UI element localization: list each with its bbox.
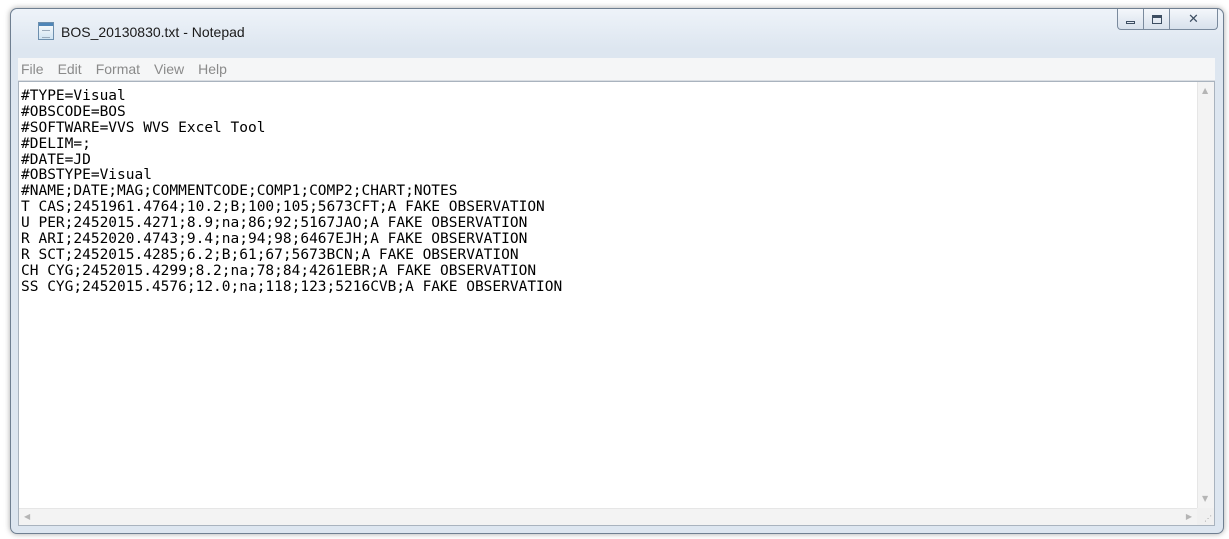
notepad-window: BOS_20130830.txt - Notepad ✕ File Edit F…: [10, 8, 1224, 534]
text-line: #DELIM=;: [21, 135, 91, 152]
text-line: T CAS;2451961.4764;10.2;B;100;105;5673CF…: [21, 199, 545, 216]
scroll-down-icon[interactable]: ▼: [1202, 495, 1208, 503]
menu-edit[interactable]: Edit: [51, 58, 89, 80]
menu-file[interactable]: File: [18, 58, 51, 80]
maximize-button[interactable]: [1144, 9, 1170, 30]
menu-view[interactable]: View: [147, 58, 191, 80]
scroll-left-icon[interactable]: ◀: [24, 513, 30, 521]
maximize-icon: [1151, 14, 1162, 24]
text-line: #OBSCODE=BOS: [21, 103, 126, 120]
text-line: R ARI;2452020.4743;9.4;na;94;98;6467EJH;…: [21, 231, 528, 248]
text-line: #OBSTYPE=Visual: [21, 167, 152, 184]
notepad-icon[interactable]: [38, 22, 54, 40]
resize-grip[interactable]: ⋰: [1197, 508, 1214, 525]
text-line: #NAME;DATE;MAG;COMMENTCODE;COMP1;COMP2;C…: [21, 183, 458, 200]
horizontal-scrollbar[interactable]: ◀ ▶: [19, 508, 1197, 525]
title-bar[interactable]: BOS_20130830.txt - Notepad ✕: [11, 9, 1223, 49]
window-title: BOS_20130830.txt - Notepad: [61, 24, 245, 40]
scroll-right-icon[interactable]: ▶: [1186, 513, 1192, 521]
menu-bar: File Edit Format View Help: [18, 58, 1215, 81]
close-button[interactable]: ✕: [1170, 9, 1218, 30]
text-line: U PER;2452015.4271;8.9;na;86;92;5167JAO;…: [21, 215, 528, 232]
text-line: SS CYG;2452015.4576;12.0;na;118;123;5216…: [21, 278, 563, 295]
caption-buttons: ✕: [1117, 9, 1218, 31]
resize-grip-icon: ⋰: [1204, 514, 1212, 523]
minimize-icon: [1126, 20, 1135, 24]
text-line: #TYPE=Visual: [21, 88, 126, 104]
menu-format[interactable]: Format: [89, 58, 147, 80]
text-line: #DATE=JD: [21, 151, 91, 168]
scroll-up-icon[interactable]: ▲: [1202, 87, 1208, 95]
minimize-button[interactable]: [1117, 9, 1144, 30]
menu-help[interactable]: Help: [191, 58, 234, 80]
text-editor[interactable]: #TYPE=Visual #OBSCODE=BOS #SOFTWARE=VVS …: [18, 81, 1215, 526]
text-line: R SCT;2452015.4285;6.2;B;61;67;5673BCN;A…: [21, 246, 519, 263]
vertical-scrollbar[interactable]: ▲ ▼: [1197, 82, 1214, 508]
text-line: CH CYG;2452015.4299;8.2;na;78;84;4261EBR…: [21, 262, 537, 279]
text-line: #SOFTWARE=VVS WVS Excel Tool: [21, 119, 266, 136]
close-icon: ✕: [1188, 11, 1199, 27]
text-area[interactable]: #TYPE=Visual #OBSCODE=BOS #SOFTWARE=VVS …: [19, 82, 1197, 508]
